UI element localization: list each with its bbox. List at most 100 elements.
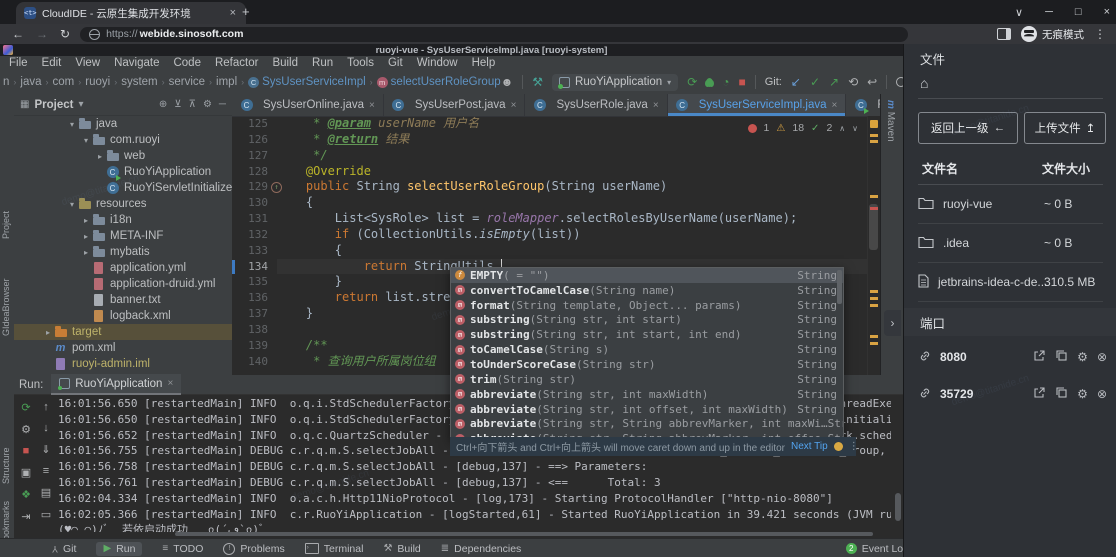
run-tab[interactable]: RuoYiApplication × <box>51 374 181 395</box>
browser-menu-icon[interactable]: ⋮ <box>1094 27 1106 41</box>
warning-marker[interactable] <box>870 335 878 338</box>
completion-item[interactable]: mtoCamelCase(String s)String <box>451 342 843 357</box>
completion-item[interactable]: mabbreviate(String str, int maxWidth)Str… <box>451 387 843 402</box>
breadcrumb-item[interactable]: system <box>121 76 157 88</box>
maximize-icon[interactable]: □ <box>1075 6 1082 18</box>
editor-scrollbar[interactable] <box>867 116 880 375</box>
menu-edit[interactable]: Edit <box>35 56 69 70</box>
collapse-all-icon[interactable]: ⊼ <box>189 99 196 110</box>
status-item-terminal[interactable]: ›Terminal <box>305 543 364 555</box>
tree-item-logback.xml[interactable]: logback.xml <box>14 308 232 324</box>
code-line[interactable]: if (CollectionUtils.isEmpty(list)) <box>277 227 868 243</box>
chevron-down-icon[interactable]: ▾ <box>78 99 83 110</box>
close-icon[interactable]: × <box>832 100 838 111</box>
down-stacktrace-icon[interactable]: ↓ <box>43 422 49 434</box>
warning-marker[interactable] <box>870 195 878 198</box>
back-icon[interactable]: ← <box>12 27 24 41</box>
close-icon[interactable]: × <box>369 100 375 111</box>
status-item-todo[interactable]: ≡TODO <box>162 543 203 555</box>
thread-dump-icon[interactable]: ▣ <box>21 466 31 479</box>
maven-tab[interactable]: m Maven <box>885 100 896 142</box>
settings-wrench-icon[interactable]: ⚙ <box>21 423 31 436</box>
tree-item-mybatis[interactable]: ▸mybatis <box>14 244 232 260</box>
tree-toggle-icon[interactable]: ▸ <box>80 248 92 257</box>
coverage-icon[interactable]: ◔ <box>722 76 729 88</box>
tree-item-web[interactable]: ▸web <box>14 148 232 164</box>
code-line[interactable]: * @param userName 用户名 <box>277 116 868 132</box>
close-icon[interactable]: × <box>1104 6 1110 18</box>
tree-item-com.ruoyi[interactable]: ▾com.ruoyi <box>14 132 232 148</box>
clear-all-icon[interactable]: ▭ <box>41 508 51 521</box>
tree-item-target[interactable]: ▸target <box>14 324 232 340</box>
completion-item[interactable]: msubstring(String str, int start)String <box>451 313 843 328</box>
code-line[interactable]: @Override <box>277 164 868 180</box>
warning-marker[interactable] <box>870 290 878 293</box>
warning-marker[interactable] <box>870 304 878 307</box>
status-item-git[interactable]: YGit <box>52 543 76 555</box>
tree-toggle-icon[interactable]: ▸ <box>80 216 92 225</box>
file-row-.idea[interactable]: .idea~ 0 B <box>918 224 1103 263</box>
address-bar[interactable]: https:// webide.sinosoft.com <box>80 27 908 42</box>
scroll-to-end-icon[interactable]: ⇓ <box>41 443 50 456</box>
close-icon[interactable]: × <box>167 378 173 389</box>
rerun-icon[interactable]: ⟳ <box>687 76 697 88</box>
completion-item[interactable]: mabbreviate(String str, int offset, int … <box>451 402 843 417</box>
file-row-jetbrains-idea-c-de...[interactable]: jetbrains-idea-c-de...310.5 MB <box>918 263 1103 302</box>
close-circle-icon[interactable]: ⊗ <box>1097 351 1107 363</box>
completion-item[interactable]: mabbreviate(String str, String abbrevMar… <box>451 416 843 431</box>
hide-panel-icon[interactable]: ─ <box>219 99 226 110</box>
menu-code[interactable]: Code <box>166 56 208 70</box>
completion-item[interactable]: mtoUnderScoreCase(String str)String <box>451 357 843 372</box>
inspection-marker[interactable] <box>870 120 878 128</box>
git-push-icon[interactable]: ↗ <box>829 76 839 88</box>
copy-icon[interactable] <box>1055 386 1068 402</box>
menu-window[interactable]: Window <box>410 56 465 70</box>
menu-refactor[interactable]: Refactor <box>208 56 265 70</box>
tree-item-i18n[interactable]: ▸i18n <box>14 212 232 228</box>
tree-item-banner.txt[interactable]: banner.txt <box>14 292 232 308</box>
tree-item-resources[interactable]: ▾resources <box>14 196 232 212</box>
menu-run[interactable]: Run <box>305 56 340 70</box>
warning-marker[interactable] <box>870 140 878 143</box>
tool-window-tab-structure[interactable]: Structure <box>1 447 11 484</box>
user-icon[interactable]: ☻ <box>501 76 514 88</box>
menu-help[interactable]: Help <box>465 56 503 70</box>
code-line[interactable]: { <box>277 243 868 259</box>
console-hscrollbar-thumb[interactable] <box>175 532 873 536</box>
breadcrumb-item[interactable]: ruoyi <box>85 76 110 88</box>
site-info-icon[interactable] <box>89 29 100 40</box>
breadcrumb-item[interactable]: impl <box>216 76 237 88</box>
run-configuration-select[interactable]: RuoYiApplication ▾ <box>552 74 678 91</box>
code-line[interactable]: List<SysRole> list = roleMapper.selectRo… <box>277 211 868 227</box>
warning-marker[interactable] <box>870 342 878 345</box>
completion-item[interactable]: mformat(String template, Object... param… <box>451 298 843 313</box>
browser-tab[interactable]: <t> CloudIDE - 云原生集成开发环境 × <box>16 2 246 24</box>
tree-toggle-icon[interactable]: ▾ <box>66 120 78 129</box>
stop-icon[interactable]: ■ <box>739 76 746 88</box>
upload-file-button[interactable]: 上传文件 ↥ <box>1024 112 1106 144</box>
status-item-dependencies[interactable]: ≣Dependencies <box>441 543 522 555</box>
tree-toggle-icon[interactable]: ▸ <box>42 328 54 337</box>
tree-toggle-icon[interactable]: ▸ <box>80 232 92 241</box>
kebab-icon[interactable]: ⋮ <box>849 441 856 452</box>
rerun-icon[interactable]: ⟳ <box>21 401 30 414</box>
breadcrumb-item[interactable]: com <box>53 76 75 88</box>
tree-item-pom.xml[interactable]: mpom.xml <box>14 340 232 356</box>
stop-icon[interactable]: ■ <box>23 445 30 457</box>
detach-icon[interactable]: ⇥ <box>21 510 30 523</box>
tree-item-application-druid.yml[interactable]: application-druid.yml <box>14 276 232 292</box>
expand-all-icon[interactable]: ⊻ <box>174 99 181 110</box>
editor-tab-SysUserOnline.java[interactable]: CSysUserOnline.java× <box>232 94 384 116</box>
console-vscrollbar-thumb[interactable] <box>895 493 901 521</box>
menu-git[interactable]: Git <box>381 56 410 70</box>
minimize-icon[interactable]: ─ <box>1045 6 1053 18</box>
menu-navigate[interactable]: Navigate <box>107 56 166 70</box>
popup-scrollbar-thumb[interactable] <box>837 270 842 304</box>
soft-wrap-icon[interactable]: ≡ <box>43 465 49 477</box>
rollback-icon[interactable]: ↩ <box>867 76 877 88</box>
editor-tab-SysUserServiceImpl.java[interactable]: CSysUserServiceImpl.java× <box>668 94 847 116</box>
code-line[interactable]: */ <box>277 148 868 164</box>
tool-window-tab-project[interactable]: Project <box>1 211 11 239</box>
build-hammer-icon[interactable]: ⚒ <box>532 76 543 88</box>
history-icon[interactable]: ⟲ <box>848 76 858 88</box>
